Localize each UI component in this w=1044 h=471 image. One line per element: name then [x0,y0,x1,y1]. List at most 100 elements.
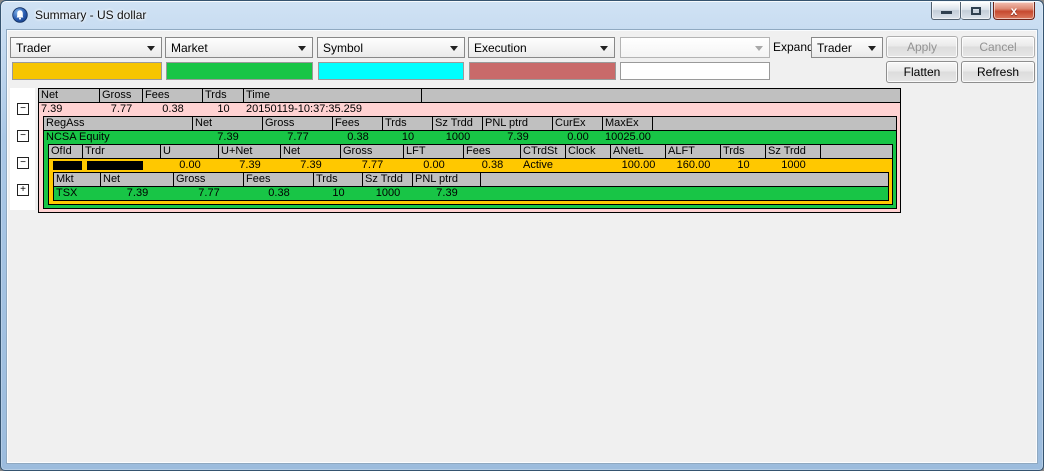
column-header[interactable]: U+Net [219,145,281,158]
cell-regass: NCSA Equity [44,131,193,144]
column-header[interactable]: Net [39,89,100,102]
extra-filter-dropdown[interactable] [620,37,770,58]
cell-curex: 0.00 [553,131,603,144]
cell-net: 7.39 [193,131,263,144]
region-table: RegAss Net Gross Fees Trds Sz Trdd PNL p… [43,116,897,209]
column-header[interactable]: CTrdSt [521,145,566,158]
trader-table: OfId Trdr U U+Net Net Gross LFT Fees CTr… [48,144,893,205]
column-header[interactable]: Trdr [83,145,161,158]
refresh-button[interactable]: Refresh [961,61,1035,83]
expand-market-button[interactable]: + [17,184,29,196]
column-header[interactable]: PNL ptrd [483,117,553,130]
trader-color-swatch[interactable] [12,62,162,80]
symbol-filter-value: Symbol [323,41,363,55]
market-nest: Mkt Net Gross Fees Trds Sz Trdd PNL ptrd [49,172,892,204]
minimize-button[interactable] [931,2,961,20]
maximize-button[interactable] [961,2,991,20]
market-color-swatch[interactable] [166,62,313,80]
column-header[interactable]: Gross [100,89,143,102]
market-header-row: Mkt Net Gross Fees Trds Sz Trdd PNL ptrd [54,173,888,187]
region-header-row: RegAss Net Gross Fees Trds Sz Trdd PNL p… [44,117,896,131]
column-header[interactable]: Time [244,89,422,102]
summary-header-row: Net Gross Fees Trds Time [39,89,900,103]
expand-label: Expand [773,37,814,58]
cell-time: 20150119-10:37:35.259 [244,103,422,116]
column-header[interactable]: U [161,145,219,158]
close-button[interactable]: x [993,2,1035,20]
column-header[interactable]: Trds [721,145,766,158]
column-header[interactable]: Net [281,145,341,158]
collapse-region-button[interactable]: − [17,130,29,142]
column-header[interactable]: Trds [383,117,433,130]
market-filter-dropdown[interactable]: Market [165,37,313,58]
client-area: Trader Market Symbol Execution Expand Tr… [6,29,1038,464]
flatten-button[interactable]: Flatten [886,61,958,83]
column-header[interactable]: Fees [244,173,314,186]
column-header[interactable]: Mkt [54,173,101,186]
cell-net: 7.39 [39,103,100,116]
cell-blank [422,103,900,116]
column-header[interactable] [653,117,896,130]
column-header[interactable]: ALFT [666,145,721,158]
column-header[interactable]: Net [101,173,174,186]
column-header[interactable]: Trds [314,173,363,186]
collapse-summary-button[interactable]: − [17,103,29,115]
cancel-button[interactable]: Cancel [961,36,1035,58]
summary-total-row[interactable]: 7.39 7.77 0.38 10 20150119-10:37:35.259 [39,103,900,116]
collapse-trader-button[interactable]: − [17,157,29,169]
symbol-filter-dropdown[interactable]: Symbol [317,37,465,58]
column-header[interactable]: Sz Trdd [766,145,821,158]
title-bar[interactable]: Summary - US dollar [1,1,1043,29]
column-header[interactable] [481,173,888,186]
column-header[interactable]: Sz Trdd [433,117,483,130]
column-header[interactable]: Sz Trdd [363,173,413,186]
minimize-icon [941,11,952,14]
column-header[interactable] [821,145,892,158]
cell-lft: 0.00 [404,159,464,172]
app-icon[interactable] [12,7,28,23]
chevron-down-icon [755,46,763,51]
column-header[interactable]: Trds [203,89,244,102]
cell-sztrdd: 1000 [363,187,413,200]
execution-filter-dropdown[interactable]: Execution [468,37,615,58]
cell-gross: 7.77 [341,159,404,172]
column-header[interactable]: Fees [143,89,203,102]
column-header[interactable]: Fees [464,145,521,158]
cell-trdr-redacted [83,159,161,172]
column-header[interactable]: OfId [49,145,83,158]
column-header[interactable]: Gross [341,145,404,158]
apply-button[interactable]: Apply [886,36,958,58]
column-header[interactable]: ANetL [611,145,666,158]
cell-blank [653,131,896,144]
column-header[interactable] [422,89,900,102]
column-header[interactable]: Fees [333,117,383,130]
expand-by-dropdown[interactable]: Trader [811,37,883,58]
extra-color-swatch[interactable] [620,62,770,80]
cell-sztrdd: 1000 [766,159,821,172]
market-row[interactable]: TSX 7.39 7.77 0.38 10 1000 7.39 [54,187,888,200]
column-header[interactable]: PNL ptrd [413,173,481,186]
column-header[interactable]: Gross [174,173,244,186]
maximize-icon [971,7,981,15]
column-header[interactable]: MaxEx [603,117,653,130]
column-header[interactable]: Gross [263,117,333,130]
column-header[interactable]: Clock [566,145,611,158]
cell-trds: 10 [721,159,766,172]
trader-row[interactable]: 0.00 7.39 7.39 7.77 0.00 0.38 Active 100… [49,159,892,172]
region-row[interactable]: NCSA Equity 7.39 7.77 0.38 10 1000 7.39 … [44,131,896,144]
chevron-down-icon [450,46,458,51]
column-header[interactable]: RegAss [44,117,193,130]
cell-anetl: 100.00 [611,159,666,172]
cell-maxex: 10025.00 [603,131,653,144]
column-header[interactable]: CurEx [553,117,603,130]
cell-fees: 0.38 [244,187,314,200]
trader-header-row: OfId Trdr U U+Net Net Gross LFT Fees CTr… [49,145,892,159]
trader-filter-dropdown[interactable]: Trader [10,37,162,58]
column-header[interactable]: LFT [404,145,464,158]
trader-filter-value: Trader [16,41,51,55]
symbol-color-swatch[interactable] [318,62,464,80]
cell-blank [481,187,888,200]
column-header[interactable]: Net [193,117,263,130]
redaction-block [87,161,143,170]
execution-color-swatch[interactable] [469,62,616,80]
